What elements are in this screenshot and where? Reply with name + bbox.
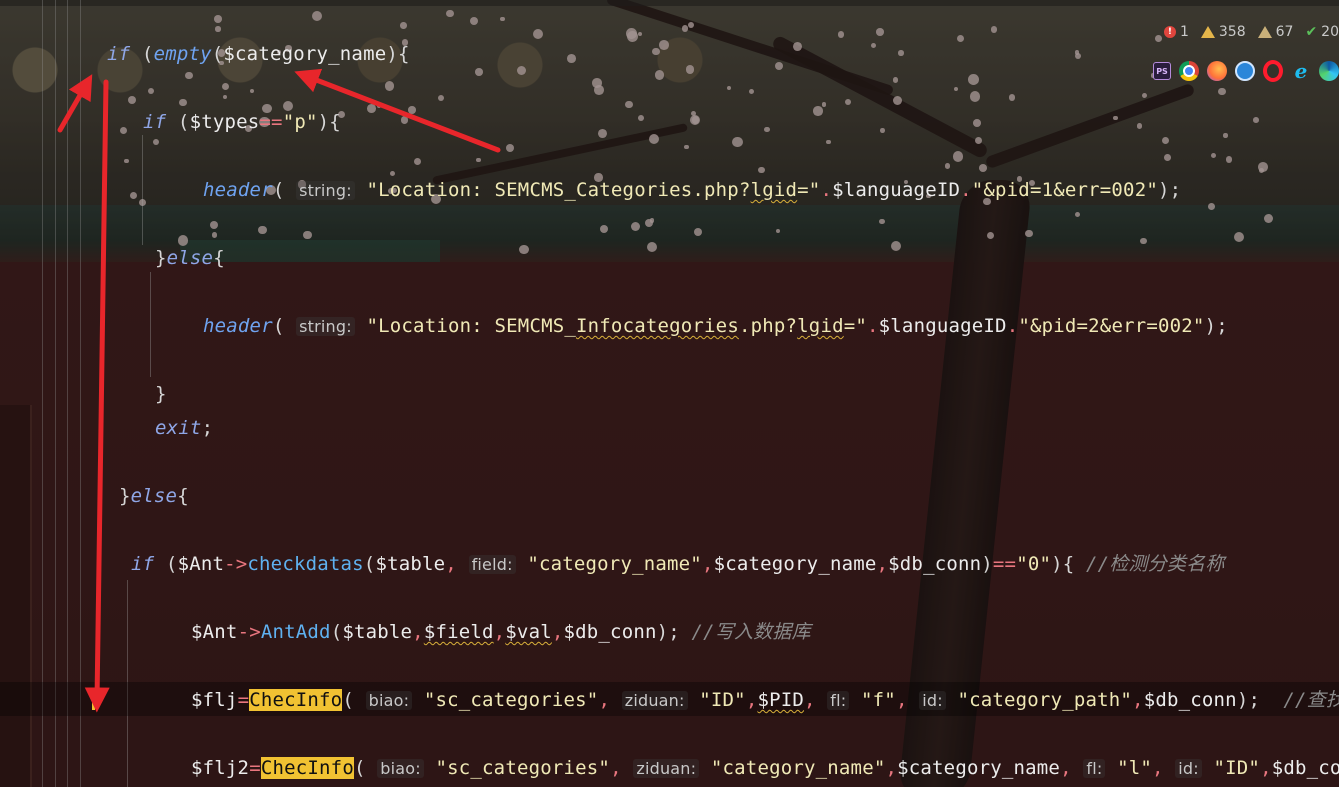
- annotation-arrow: [294, 68, 501, 153]
- annotation-arrow: [84, 79, 110, 713]
- annotation-arrow: [57, 74, 93, 133]
- annotation-arrows: [57, 68, 501, 713]
